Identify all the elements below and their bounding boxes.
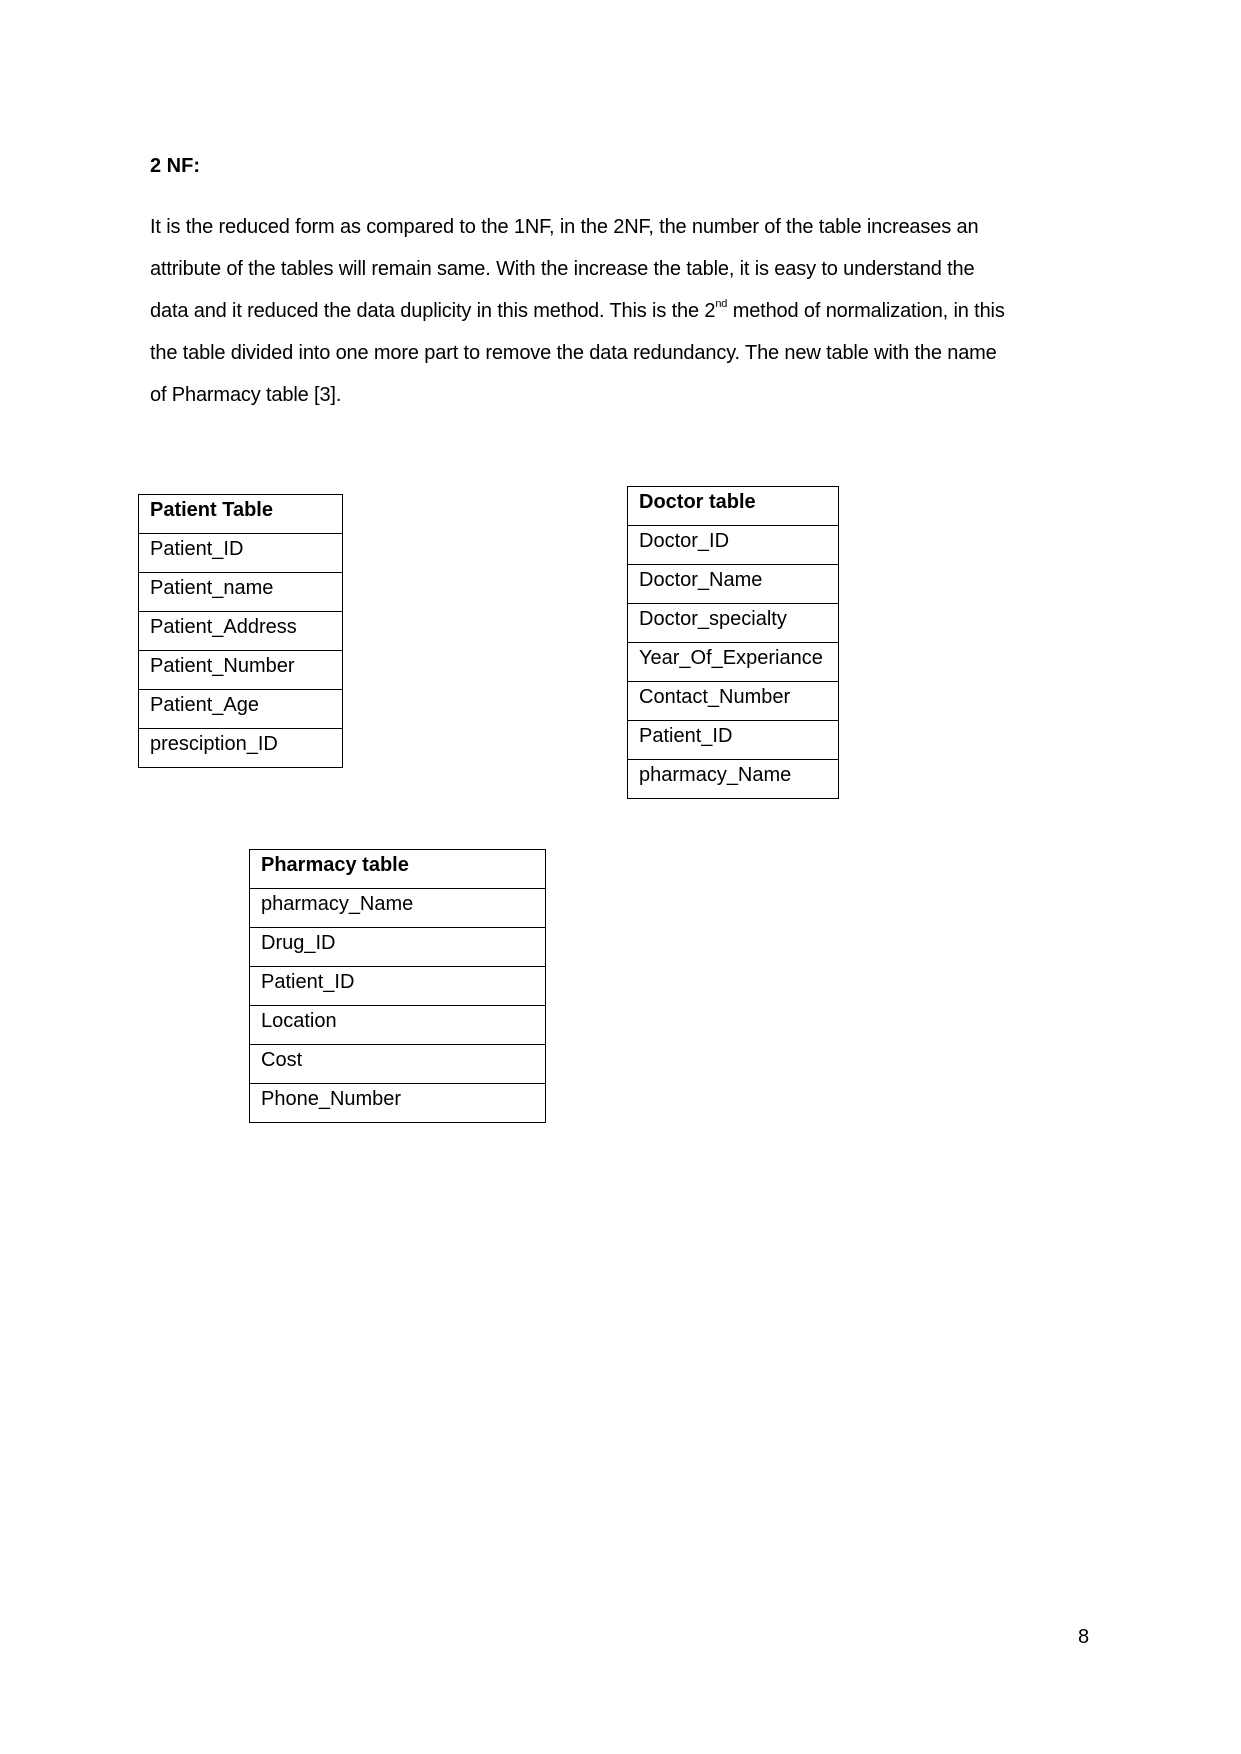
field-cell: pharmacy_Name [627, 759, 839, 799]
page-number: 8 [1078, 1626, 1090, 1648]
ordinal-superscript: nd [715, 298, 728, 310]
table-title: Doctor table [627, 486, 839, 526]
doctor-table: Doctor table Doctor_ID Doctor_Name Docto… [627, 486, 839, 799]
paragraph-line: the table divided into one more part to … [150, 342, 997, 364]
field-cell: Doctor_specialty [627, 603, 839, 643]
field-cell: Patient_ID [249, 966, 546, 1006]
table-row: Patient_Address [138, 611, 343, 651]
table-row: Doctor_specialty [627, 603, 839, 643]
paragraph-text: method of normalization, in this [727, 300, 1005, 322]
table-header-row: Pharmacy table [249, 849, 546, 889]
field-cell: Contact_Number [627, 681, 839, 721]
field-cell: Patient_name [138, 572, 343, 612]
paragraph-line: of Pharmacy table [3]. [150, 384, 342, 406]
field-cell: Patient_Age [138, 689, 343, 729]
table-row: Drug_ID [249, 927, 546, 967]
table-row: Cost [249, 1044, 546, 1084]
paragraph-line: data and it reduced the data duplicity i… [150, 290, 1085, 332]
paragraph-text: data and it reduced the data duplicity i… [150, 300, 716, 322]
table-row: Year_Of_Experiance [627, 642, 839, 682]
table-row: Doctor_Name [627, 564, 839, 604]
field-cell: Patient_ID [138, 533, 343, 573]
pharmacy-table: Pharmacy table pharmacy_Name Drug_ID Pat… [249, 849, 546, 1123]
table-row: Contact_Number [627, 681, 839, 721]
field-cell: Patient_Address [138, 611, 343, 651]
field-cell: pharmacy_Name [249, 888, 546, 928]
table-row: Patient_ID [627, 720, 839, 760]
field-cell: Location [249, 1005, 546, 1045]
table-row: pharmacy_Name [627, 759, 839, 799]
table-header-row: Patient Table [138, 494, 343, 534]
table-row: Patient_ID [249, 966, 546, 1006]
table-row: Phone_Number [249, 1083, 546, 1123]
field-cell: Doctor_Name [627, 564, 839, 604]
field-cell: Drug_ID [249, 927, 546, 967]
field-cell: Doctor_ID [627, 525, 839, 565]
table-row: Patient_name [138, 572, 343, 612]
field-cell: Patient_Number [138, 650, 343, 690]
section-heading: 2 NF: [150, 155, 200, 177]
table-row: pharmacy_Name [249, 888, 546, 928]
paragraph-line: It is the reduced form as compared to th… [150, 216, 979, 238]
table-title: Patient Table [138, 494, 343, 534]
table-row: Patient_Number [138, 650, 343, 690]
field-cell: presciption_ID [138, 728, 343, 768]
table-title: Pharmacy table [249, 849, 546, 889]
table-header-row: Doctor table [627, 486, 839, 526]
field-cell: Year_Of_Experiance [627, 642, 839, 682]
field-cell: Phone_Number [249, 1083, 546, 1123]
table-row: Doctor_ID [627, 525, 839, 565]
field-cell: Patient_ID [627, 720, 839, 760]
paragraph-line: attribute of the tables will remain same… [150, 258, 975, 280]
body-paragraph: It is the reduced form as compared to th… [150, 206, 1085, 416]
table-row: Patient_Age [138, 689, 343, 729]
patient-table: Patient Table Patient_ID Patient_name Pa… [138, 494, 343, 768]
field-cell: Cost [249, 1044, 546, 1084]
table-row: presciption_ID [138, 728, 343, 768]
table-row: Patient_ID [138, 533, 343, 573]
table-row: Location [249, 1005, 546, 1045]
